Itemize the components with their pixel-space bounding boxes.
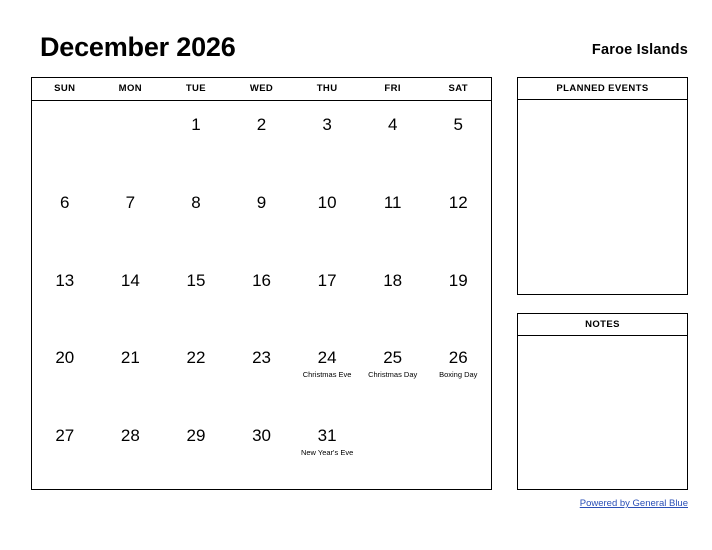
day-number: 21 — [120, 348, 140, 368]
day-number: 20 — [55, 348, 75, 368]
day-event-label: Christmas Eve — [302, 370, 352, 380]
day-number: 6 — [60, 192, 70, 212]
day-number: 5 — [453, 115, 463, 134]
day-number: 4 — [387, 115, 398, 134]
day-number: 11 — [383, 192, 402, 212]
calendar-week-row: 13 14 15 16 17 18 19 — [32, 257, 491, 335]
page-title: December 2026 — [40, 32, 236, 62]
day-cell[interactable]: 1 — [163, 101, 229, 179]
day-cell[interactable]: 6 — [32, 179, 98, 257]
weekday-header-mon: MON — [118, 83, 143, 94]
day-cell[interactable]: 17 — [294, 257, 360, 335]
day-number: 24 — [317, 348, 337, 368]
day-cell[interactable]: 31 New Year's Eve — [294, 412, 360, 490]
day-cell[interactable]: 14 — [98, 257, 164, 335]
day-number: 18 — [383, 270, 403, 290]
calendar-grid: SUN MON TUE WED THU FRI SAT 1 2 3 4 5 6 7 8 9 10 11 12 13 1… — [31, 77, 492, 490]
calendar-page: December 2026 Faroe Islands SUN MON TUE WED… — [0, 0, 712, 550]
day-number: 19 — [448, 270, 468, 290]
day-cell[interactable]: 10 — [294, 179, 360, 257]
day-number: 14 — [120, 270, 140, 290]
weekday-header-sun: SUN — [54, 83, 76, 94]
day-number: 29 — [186, 426, 206, 446]
day-cell[interactable]: 24 Christmas Eve — [294, 334, 360, 412]
calendar-week-row: 27 28 29 30 31 New Year's Eve — [32, 412, 491, 490]
weekday-header-thu: THU — [316, 83, 338, 94]
day-number: 28 — [120, 426, 140, 446]
weekday-header-row: SUN MON TUE WED THU FRI SAT — [32, 78, 491, 101]
day-event-label: New Year's Eve — [300, 448, 354, 458]
weekday-header-wed: WED — [249, 83, 274, 94]
day-cell[interactable]: 23 — [229, 334, 295, 412]
day-number: 7 — [125, 192, 136, 212]
day-number: 13 — [55, 270, 75, 290]
day-cell[interactable]: 13 — [32, 257, 98, 335]
day-cell[interactable]: 25 Christmas Day — [360, 334, 426, 412]
day-cell[interactable]: 9 — [229, 179, 295, 257]
day-cell[interactable]: 19 — [425, 257, 491, 335]
calendar-week-row: 20 21 22 23 24 Christmas Eve 25 Christmas Day 26… — [32, 334, 491, 412]
day-cell-empty — [98, 101, 164, 179]
day-cell[interactable]: 28 — [98, 412, 164, 490]
day-cell[interactable]: 29 — [163, 412, 229, 490]
day-number: 17 — [317, 270, 337, 290]
day-cell-empty — [360, 412, 426, 490]
day-number: 26 — [448, 348, 468, 368]
weekday-header-fri: FRI — [384, 83, 401, 94]
calendar-week-row: 6 7 8 9 10 11 12 — [32, 179, 491, 257]
day-number: 1 — [191, 115, 201, 134]
day-cell-empty — [32, 101, 98, 179]
day-cell[interactable]: 5 — [425, 101, 491, 179]
day-cell[interactable]: 18 — [360, 257, 426, 335]
notes-title: NOTES — [518, 314, 687, 336]
day-number: 25 — [383, 348, 403, 368]
day-cell[interactable]: 20 — [32, 334, 98, 412]
planned-events-body[interactable] — [518, 100, 687, 294]
day-event-label: Christmas Day — [368, 370, 418, 380]
day-number: 16 — [252, 270, 271, 290]
day-number: 2 — [256, 115, 267, 134]
day-number: 8 — [191, 192, 201, 212]
day-number: 22 — [186, 348, 206, 368]
weekday-header-tue: TUE — [185, 83, 207, 94]
day-number: 3 — [322, 115, 332, 134]
day-cell[interactable]: 22 — [163, 334, 229, 412]
day-event-label: Boxing Day — [439, 370, 478, 380]
notes-panel: NOTES — [517, 313, 688, 490]
day-number: 10 — [317, 192, 337, 212]
day-number: 30 — [252, 426, 271, 446]
day-number: 15 — [186, 270, 206, 290]
day-cell[interactable]: 8 — [163, 179, 229, 257]
calendar-week-row: 1 2 3 4 5 — [32, 101, 491, 179]
day-cell[interactable]: 7 — [98, 179, 164, 257]
weekday-header-sat: SAT — [448, 83, 468, 94]
day-cell[interactable]: 15 — [163, 257, 229, 335]
day-number: 12 — [448, 192, 468, 212]
locale-title: Faroe Islands — [591, 42, 688, 58]
page-header: December 2026 Faroe Islands — [31, 30, 688, 72]
day-cell[interactable]: 4 — [360, 101, 426, 179]
planned-events-title: PLANNED EVENTS — [518, 78, 687, 100]
day-cell[interactable]: 11 — [360, 179, 426, 257]
day-number: 23 — [252, 348, 271, 368]
day-cell[interactable]: 30 — [229, 412, 295, 490]
day-cell[interactable]: 21 — [98, 334, 164, 412]
day-cell[interactable]: 16 — [229, 257, 295, 335]
day-cell-empty — [425, 412, 491, 490]
day-cell[interactable]: 3 — [294, 101, 360, 179]
day-number: 31 — [317, 426, 337, 446]
day-cell[interactable]: 27 — [32, 412, 98, 490]
day-cell[interactable]: 2 — [229, 101, 295, 179]
day-cell[interactable]: 26 Boxing Day — [425, 334, 491, 412]
planned-events-panel: PLANNED EVENTS — [517, 77, 688, 295]
notes-body[interactable] — [518, 336, 687, 489]
day-number: 27 — [55, 426, 75, 446]
day-number: 9 — [256, 192, 267, 212]
day-cell[interactable]: 12 — [425, 179, 491, 257]
powered-by-link[interactable]: Powered by General Blue — [580, 497, 688, 510]
calendar-week-rows: 1 2 3 4 5 6 7 8 9 10 11 12 13 14 15 16 17 18 19 20 21 22 23 24 C… — [32, 101, 491, 490]
